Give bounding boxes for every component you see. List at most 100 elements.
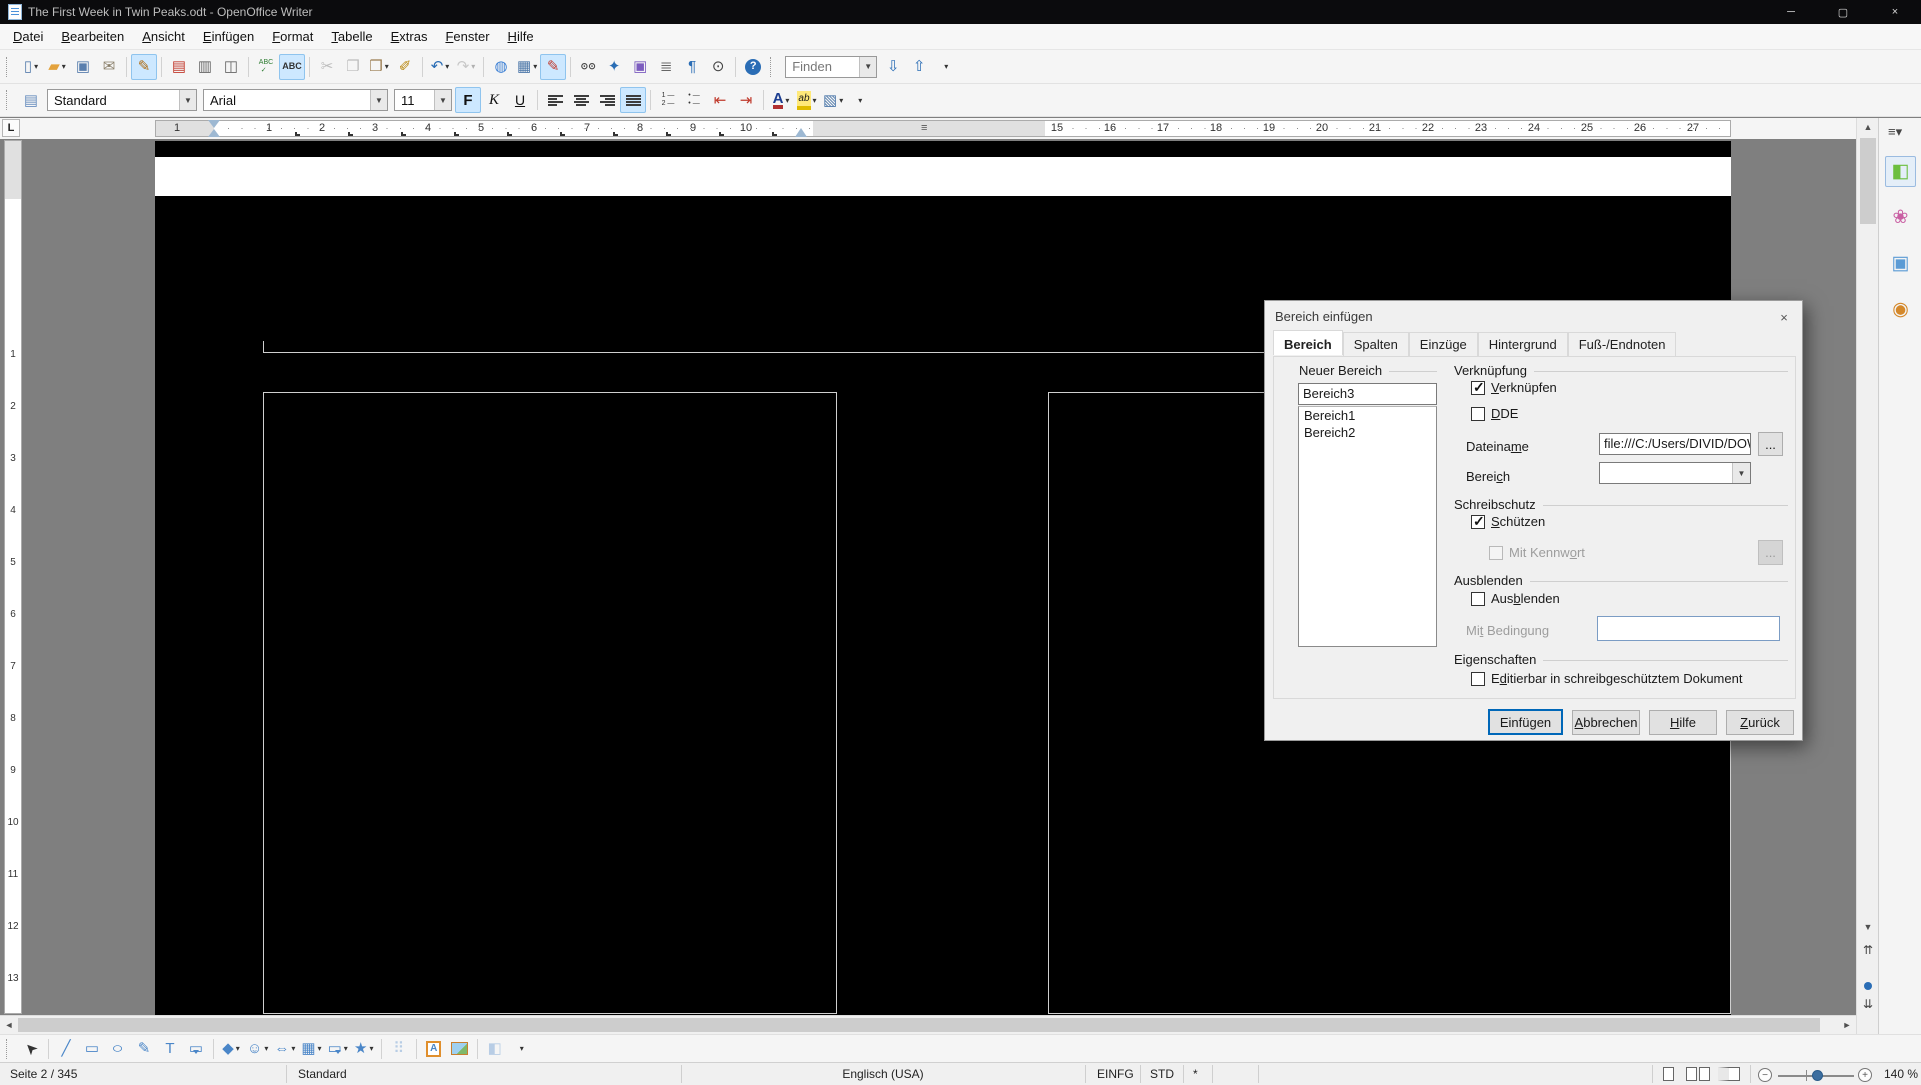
stars-button[interactable]: ★▾: [351, 1036, 377, 1062]
next-page-button[interactable]: ⇊: [1857, 994, 1879, 1014]
dropdown-arrow-icon[interactable]: ▾: [813, 96, 817, 105]
column-resize-handle[interactable]: ≡: [921, 122, 927, 134]
font-color-button[interactable]: A▾: [768, 87, 794, 113]
zoom-button[interactable]: ⊙: [705, 54, 731, 80]
basic-shapes-button[interactable]: ◆▾: [218, 1036, 244, 1062]
editable-in-readonly-checkbox[interactable]: Editierbar in schreibgeschütztem Dokumen…: [1471, 671, 1742, 686]
text-box-button[interactable]: T: [157, 1036, 183, 1062]
sidebar-tab-properties[interactable]: ◧: [1885, 156, 1916, 187]
dropdown-arrow-icon[interactable]: ▾: [839, 96, 843, 105]
menu-einfuegen[interactable]: Einfügen: [194, 25, 263, 48]
increase-indent-button[interactable]: ⇥: [733, 87, 759, 113]
edit-file-button[interactable]: ✎: [131, 54, 157, 80]
scroll-down-button[interactable]: ▼: [1857, 918, 1879, 936]
align-left-button[interactable]: [542, 87, 568, 113]
undo-button[interactable]: ↶▾: [427, 54, 453, 80]
decrease-indent-button[interactable]: ⇤: [707, 87, 733, 113]
right-indent-marker[interactable]: [795, 122, 807, 137]
vertical-scroll-thumb[interactable]: [1860, 138, 1876, 224]
linked-section-select[interactable]: ▼: [1599, 462, 1751, 484]
bullet-list-button[interactable]: • ― • ―: [681, 87, 707, 113]
ellipse-tool-button[interactable]: ○: [105, 1036, 131, 1062]
toolbar-overflow-button[interactable]: ▾: [508, 1036, 534, 1062]
dialog-tab-bereich[interactable]: Bereich: [1273, 330, 1343, 355]
open-button[interactable]: ▰▾: [44, 54, 70, 80]
bold-button[interactable]: F: [455, 87, 481, 113]
dropdown-arrow-icon[interactable]: ▾: [533, 62, 537, 71]
dropdown-arrow-icon[interactable]: ▾: [236, 1044, 240, 1053]
sidebar-tab-navigator[interactable]: ◉: [1885, 294, 1916, 325]
toolbar-grip[interactable]: [6, 57, 13, 77]
callouts-button[interactable]: ▭▾: [325, 1036, 351, 1062]
help-button[interactable]: ?: [740, 54, 766, 80]
toolbar-grip[interactable]: [6, 90, 13, 110]
select-tool-button[interactable]: ➤: [18, 1036, 44, 1062]
data-sources-button[interactable]: ≣: [653, 54, 679, 80]
chevron-down-icon[interactable]: ▼: [179, 90, 196, 110]
left-indent-marker[interactable]: [208, 123, 220, 137]
navigator-button[interactable]: ✦: [601, 54, 627, 80]
cut-button[interactable]: ✂: [314, 54, 340, 80]
password-browse-button[interactable]: ...: [1758, 540, 1783, 565]
dropdown-arrow-icon[interactable]: ▾: [344, 1044, 348, 1053]
find-next-button[interactable]: ⇩: [880, 54, 906, 80]
line-tool-button[interactable]: ╱: [53, 1036, 79, 1062]
underline-button[interactable]: U: [507, 87, 533, 113]
align-right-button[interactable]: [594, 87, 620, 113]
align-center-button[interactable]: [568, 87, 594, 113]
find-replace-button[interactable]: ⊙⊙: [575, 54, 601, 80]
styles-window-button[interactable]: ▤: [18, 87, 44, 113]
dropdown-arrow-icon[interactable]: ▾: [385, 62, 389, 71]
multi-page-view-button[interactable]: [1686, 1067, 1697, 1081]
dde-checkbox[interactable]: DDE: [1471, 406, 1518, 421]
filename-input[interactable]: file:///C:/Users/DIVID/DOWI: [1599, 433, 1751, 455]
vertical-scrollbar[interactable]: ▲ ▼ ⇈ ⇊: [1856, 118, 1878, 1034]
page-style-status[interactable]: Standard: [298, 1067, 347, 1081]
new-document-button[interactable]: ▯▾: [18, 54, 44, 80]
toolbar-overflow-button[interactable]: ▾: [846, 87, 872, 113]
document-modified-status[interactable]: *: [1193, 1067, 1198, 1081]
edit-points-button[interactable]: ⠿: [386, 1036, 412, 1062]
sidebar-menu-button[interactable]: ≡▾: [1888, 124, 1902, 140]
menu-ansicht[interactable]: Ansicht: [133, 25, 194, 48]
language-status[interactable]: Englisch (USA): [681, 1067, 1085, 1081]
section-list[interactable]: Bereich1Bereich2: [1298, 406, 1437, 647]
sidebar-tab-styles[interactable]: ❀: [1885, 202, 1916, 233]
with-password-checkbox[interactable]: Mit Kennwort: [1489, 545, 1585, 560]
toolbar-grip[interactable]: [6, 1039, 13, 1059]
rectangle-tool-button[interactable]: ▭: [79, 1036, 105, 1062]
dialog-tab-spalten[interactable]: Spalten: [1343, 332, 1409, 357]
paste-button[interactable]: ❒▾: [366, 54, 392, 80]
symbol-shapes-button[interactable]: ☺▾: [244, 1036, 271, 1062]
chevron-down-icon[interactable]: ▼: [370, 90, 387, 110]
find-previous-button[interactable]: ⇧: [906, 54, 932, 80]
link-checkbox[interactable]: Verknüpfen: [1471, 380, 1557, 395]
previous-page-button[interactable]: ⇈: [1857, 940, 1879, 960]
align-justify-button[interactable]: [620, 87, 646, 113]
dialog-tab-fu-endnoten[interactable]: Fuß-/Endnoten: [1568, 332, 1677, 357]
insert-button[interactable]: Einfügen: [1488, 709, 1563, 735]
save-button[interactable]: ▣: [70, 54, 96, 80]
chevron-down-icon[interactable]: ▼: [1732, 463, 1750, 483]
dropdown-arrow-icon[interactable]: ▾: [62, 62, 66, 71]
scroll-up-button[interactable]: ▲: [1857, 118, 1879, 136]
menu-bearbeiten[interactable]: Bearbeiten: [52, 25, 133, 48]
font-size-select[interactable]: 11 ▼: [394, 89, 452, 111]
dialog-close-button[interactable]: ×: [1772, 307, 1796, 327]
horizontal-scroll-thumb[interactable]: [18, 1018, 1820, 1032]
navigation-dot-button[interactable]: [1864, 982, 1872, 990]
menu-fenster[interactable]: Fenster: [436, 25, 498, 48]
dropdown-arrow-icon[interactable]: ▾: [471, 62, 475, 71]
autospellcheck-button[interactable]: ABC: [279, 54, 305, 80]
format-paintbrush-button[interactable]: ✐: [392, 54, 418, 80]
export-pdf-button[interactable]: ▤: [166, 54, 192, 80]
toolbar-grip[interactable]: [770, 57, 777, 77]
dropdown-arrow-icon[interactable]: ▾: [34, 62, 38, 71]
dropdown-arrow-icon[interactable]: ▾: [369, 1044, 373, 1053]
find-input[interactable]: Finden ▼: [785, 56, 877, 78]
single-page-view-button[interactable]: [1663, 1067, 1674, 1081]
zoom-in-button[interactable]: +: [1858, 1068, 1872, 1082]
sidebar-tab-gallery[interactable]: ▣: [1885, 248, 1916, 279]
dropdown-arrow-icon[interactable]: ▾: [318, 1044, 322, 1053]
dropdown-arrow-icon[interactable]: ▾: [264, 1044, 268, 1053]
